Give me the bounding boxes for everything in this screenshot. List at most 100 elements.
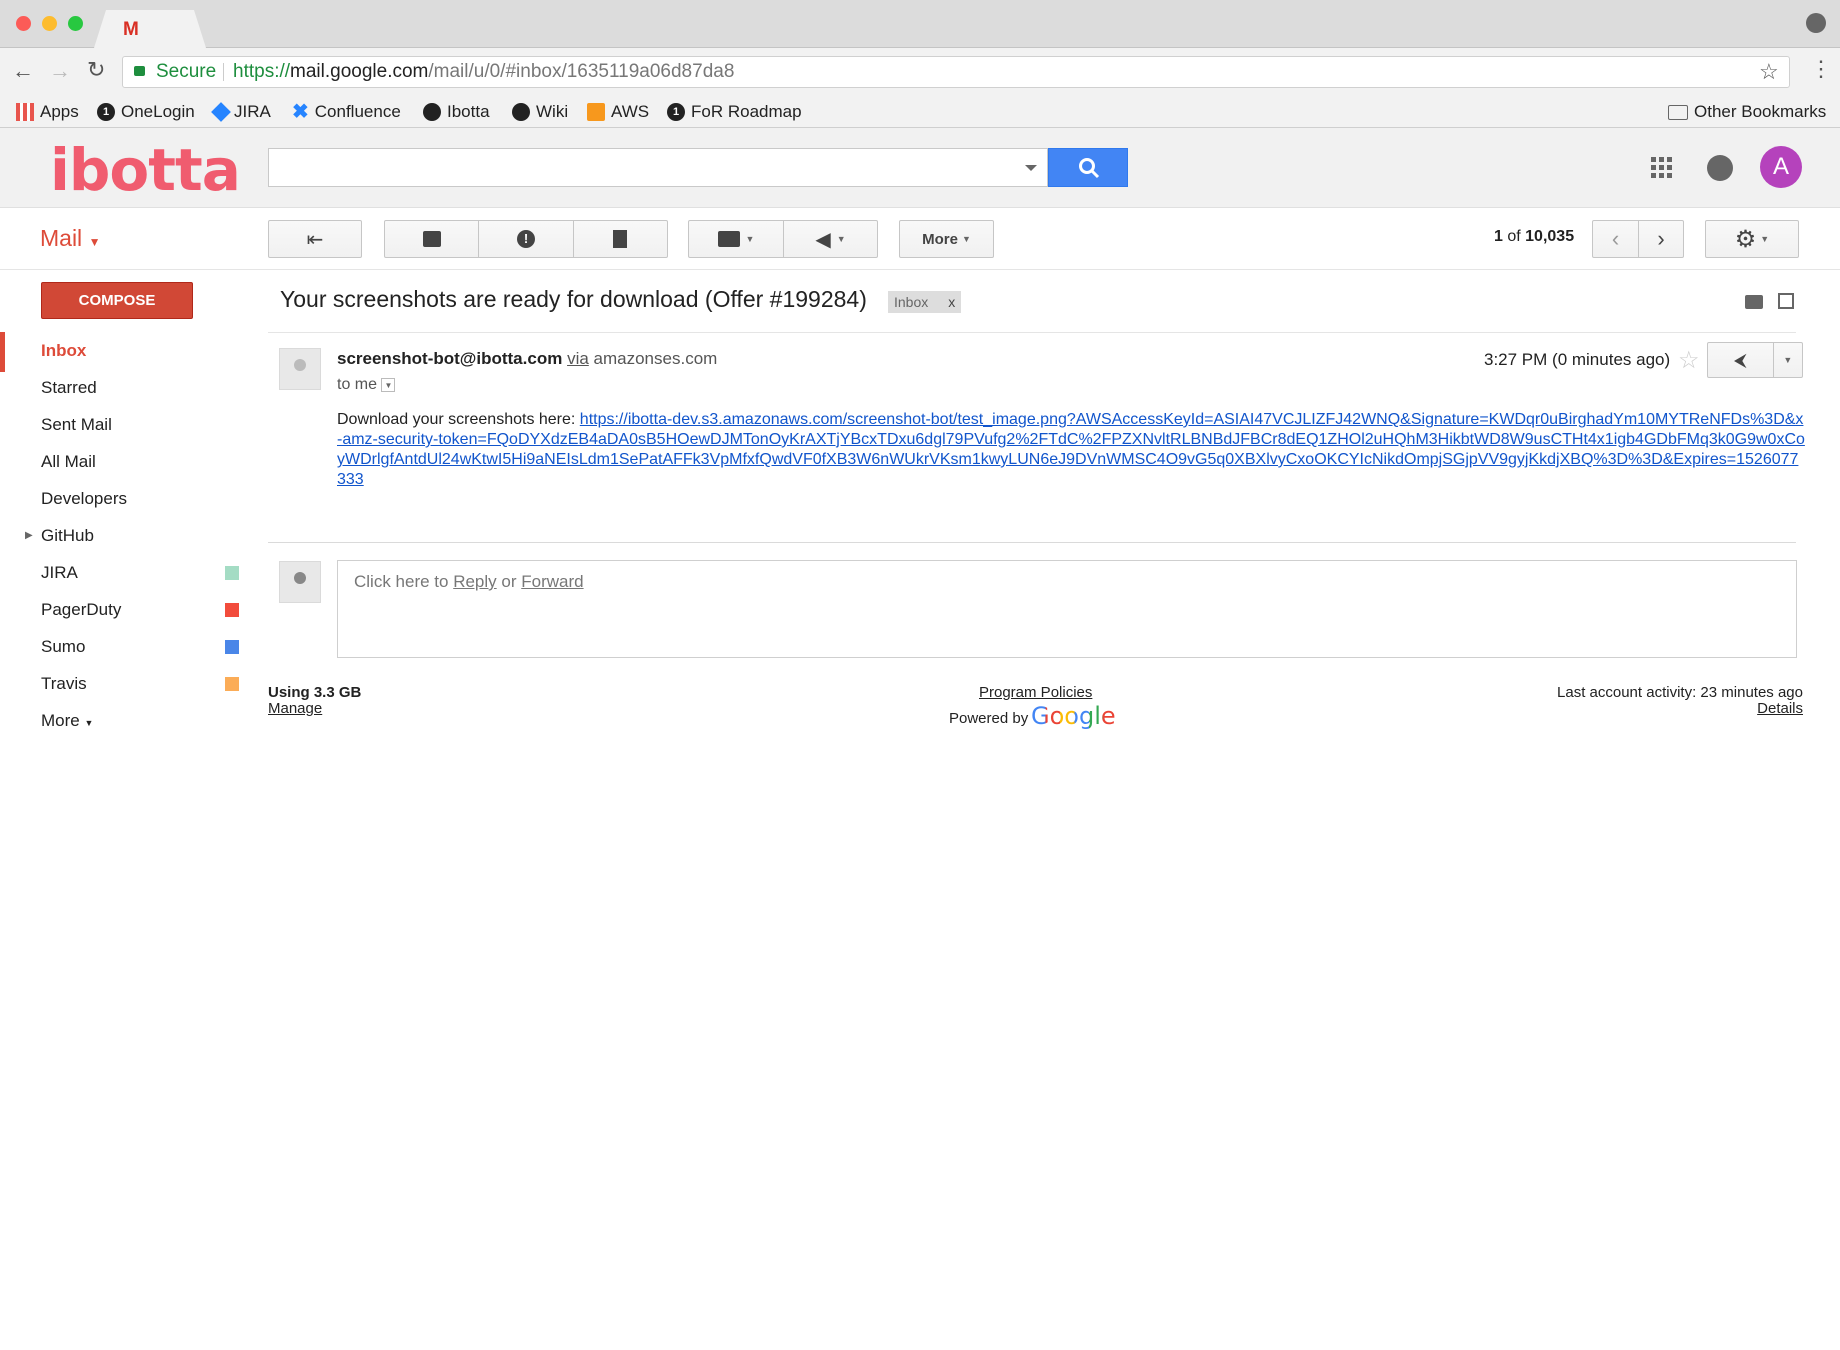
archive-spam-delete-group: ! bbox=[384, 220, 668, 258]
chevron-down-icon: ▼ bbox=[1783, 355, 1793, 365]
labels-button[interactable]: ◀ ▼ bbox=[783, 221, 877, 257]
reload-icon[interactable]: ↻ bbox=[87, 57, 105, 83]
search-button[interactable] bbox=[1048, 148, 1128, 187]
back-icon[interactable]: ← bbox=[12, 58, 34, 84]
jira-icon bbox=[211, 102, 231, 122]
bookmark-onelogin[interactable]: 1 OneLogin bbox=[97, 100, 195, 124]
star-bookmark-icon[interactable]: ☆ bbox=[1759, 57, 1779, 87]
body-text: Download your screenshots here: bbox=[337, 411, 580, 428]
more-actions-button[interactable]: More ▼ bbox=[899, 220, 994, 258]
reply-button[interactable]: ⮜ bbox=[1708, 343, 1773, 377]
sidebar-item-travis[interactable]: Travis bbox=[0, 669, 250, 699]
lock-icon bbox=[134, 66, 145, 76]
star-icon[interactable]: ☆ bbox=[1678, 346, 1700, 375]
archive-button[interactable] bbox=[385, 221, 478, 257]
label-color-swatch[interactable] bbox=[225, 603, 239, 617]
forward-icon[interactable]: → bbox=[49, 58, 71, 84]
bookmark-apps[interactable]: Apps bbox=[16, 100, 79, 124]
my-avatar bbox=[279, 561, 321, 603]
search-options-icon[interactable] bbox=[1025, 165, 1037, 171]
recipients-label: to me bbox=[337, 376, 378, 393]
label-color-swatch[interactable] bbox=[225, 566, 239, 580]
sidebar-item-label: All Mail bbox=[41, 452, 96, 471]
zoom-window-button[interactable] bbox=[68, 16, 83, 31]
program-policies-link[interactable]: Program Policies bbox=[979, 684, 1092, 701]
sender-address[interactable]: screenshot-bot@ibotta.com bbox=[337, 349, 562, 368]
label-color-swatch[interactable] bbox=[225, 640, 239, 654]
gmail-icon: M bbox=[123, 19, 139, 40]
ibotta-logo[interactable]: ibotta bbox=[50, 136, 241, 204]
manage-storage-link[interactable]: Manage bbox=[268, 700, 322, 717]
email-timestamp: 3:27 PM (0 minutes ago) bbox=[1484, 350, 1671, 369]
show-details-icon[interactable]: ▼ bbox=[381, 377, 396, 392]
bookmark-label: Wiki bbox=[536, 102, 569, 121]
bookmark-label: Apps bbox=[40, 102, 79, 121]
sidebar: COMPOSE Inbox Starred Sent Mail All Mail… bbox=[0, 270, 250, 770]
tab-gmail[interactable]: M bbox=[94, 10, 206, 48]
label-color-swatch[interactable] bbox=[225, 677, 239, 691]
message-count: 1 of 10,035 bbox=[1494, 228, 1574, 246]
avatar[interactable]: A bbox=[1760, 146, 1802, 188]
url-path: /mail/u/0/#inbox/1635119a06d87da8 bbox=[428, 61, 735, 82]
expand-arrow-icon[interactable]: ▶ bbox=[25, 521, 33, 551]
bookmark-for-roadmap[interactable]: 1 FoR Roadmap bbox=[667, 100, 802, 124]
older-button[interactable]: › bbox=[1637, 221, 1683, 257]
tab-new[interactable] bbox=[206, 10, 264, 48]
label-badge-inbox[interactable]: Inbox x bbox=[888, 291, 962, 313]
activity-details-link[interactable]: Details bbox=[1757, 700, 1803, 717]
profile-icon[interactable] bbox=[1806, 13, 1826, 33]
sidebar-item-jira[interactable]: JIRA bbox=[0, 558, 250, 588]
newer-button[interactable]: ‹ bbox=[1593, 221, 1638, 257]
archive-icon bbox=[422, 231, 441, 247]
bookmarks-bar: Apps 1 OneLogin JIRA ✖ Confluence Ibotta… bbox=[0, 96, 1840, 128]
sidebar-item-developers[interactable]: Developers bbox=[0, 484, 250, 514]
count-of: of bbox=[1507, 228, 1521, 245]
reply-link[interactable]: Reply bbox=[453, 572, 496, 591]
bookmark-aws[interactable]: AWS bbox=[587, 100, 649, 124]
count-current: 1 bbox=[1494, 228, 1503, 245]
via-domain: amazonses.com bbox=[593, 349, 718, 368]
sidebar-item-pagerduty[interactable]: PagerDuty bbox=[0, 595, 250, 625]
settings-button[interactable]: ⚙ ▼ bbox=[1705, 220, 1799, 258]
forward-link[interactable]: Forward bbox=[521, 572, 583, 591]
confluence-icon: ✖ bbox=[292, 101, 309, 123]
new-window-icon[interactable] bbox=[1778, 293, 1794, 309]
close-window-button[interactable] bbox=[16, 16, 31, 31]
spam-icon: ! bbox=[516, 230, 535, 248]
sidebar-item-sumo[interactable]: Sumo bbox=[0, 632, 250, 662]
bookmark-other[interactable]: Other Bookmarks bbox=[1668, 100, 1826, 124]
sidebar-item-github[interactable]: ▶ GitHub bbox=[0, 521, 250, 551]
menu-dots-icon[interactable]: ⋮ bbox=[1810, 56, 1832, 82]
via-link[interactable]: via bbox=[567, 349, 589, 368]
search-input[interactable] bbox=[268, 148, 1048, 187]
move-to-button[interactable]: ▼ bbox=[689, 221, 783, 257]
reply-options-button[interactable]: ▼ bbox=[1772, 343, 1802, 377]
sidebar-item-all-mail[interactable]: All Mail bbox=[0, 447, 250, 477]
folder-icon bbox=[1668, 104, 1688, 120]
back-to-inbox-button[interactable]: ⇤ bbox=[268, 220, 362, 258]
reply-box[interactable]: Click here to Reply or Forward bbox=[337, 560, 1797, 658]
apps-grid-icon[interactable] bbox=[1651, 157, 1673, 179]
bookmark-wiki[interactable]: Wiki bbox=[512, 100, 568, 124]
recipients[interactable]: to me ▼ bbox=[337, 376, 396, 394]
trash-icon bbox=[613, 230, 628, 248]
sidebar-item-starred[interactable]: Starred bbox=[0, 373, 250, 403]
compose-button[interactable]: COMPOSE bbox=[41, 282, 193, 319]
sidebar-item-inbox[interactable]: Inbox bbox=[0, 336, 250, 366]
bookmark-label: JIRA bbox=[234, 102, 271, 121]
delete-button[interactable] bbox=[572, 221, 667, 257]
report-spam-button[interactable]: ! bbox=[478, 221, 572, 257]
notifications-bell-icon[interactable] bbox=[1707, 155, 1733, 181]
bookmark-confluence[interactable]: ✖ Confluence bbox=[292, 100, 401, 124]
sidebar-item-sent-mail[interactable]: Sent Mail bbox=[0, 410, 250, 440]
remove-label-button[interactable]: x bbox=[948, 294, 955, 310]
bookmark-ibotta[interactable]: Ibotta bbox=[423, 100, 490, 124]
print-icon[interactable] bbox=[1745, 295, 1763, 309]
sidebar-item-more[interactable]: More ▼ bbox=[0, 706, 250, 736]
minimize-window-button[interactable] bbox=[42, 16, 57, 31]
bookmark-jira[interactable]: JIRA bbox=[211, 100, 271, 124]
label-tag-icon: ◀ bbox=[815, 228, 831, 251]
address-bar[interactable]: Secure https://mail.google.com/mail/u/0/… bbox=[122, 56, 1790, 88]
mail-switcher[interactable]: Mail ▼ bbox=[40, 225, 100, 252]
chevron-down-icon: ▼ bbox=[84, 718, 94, 728]
